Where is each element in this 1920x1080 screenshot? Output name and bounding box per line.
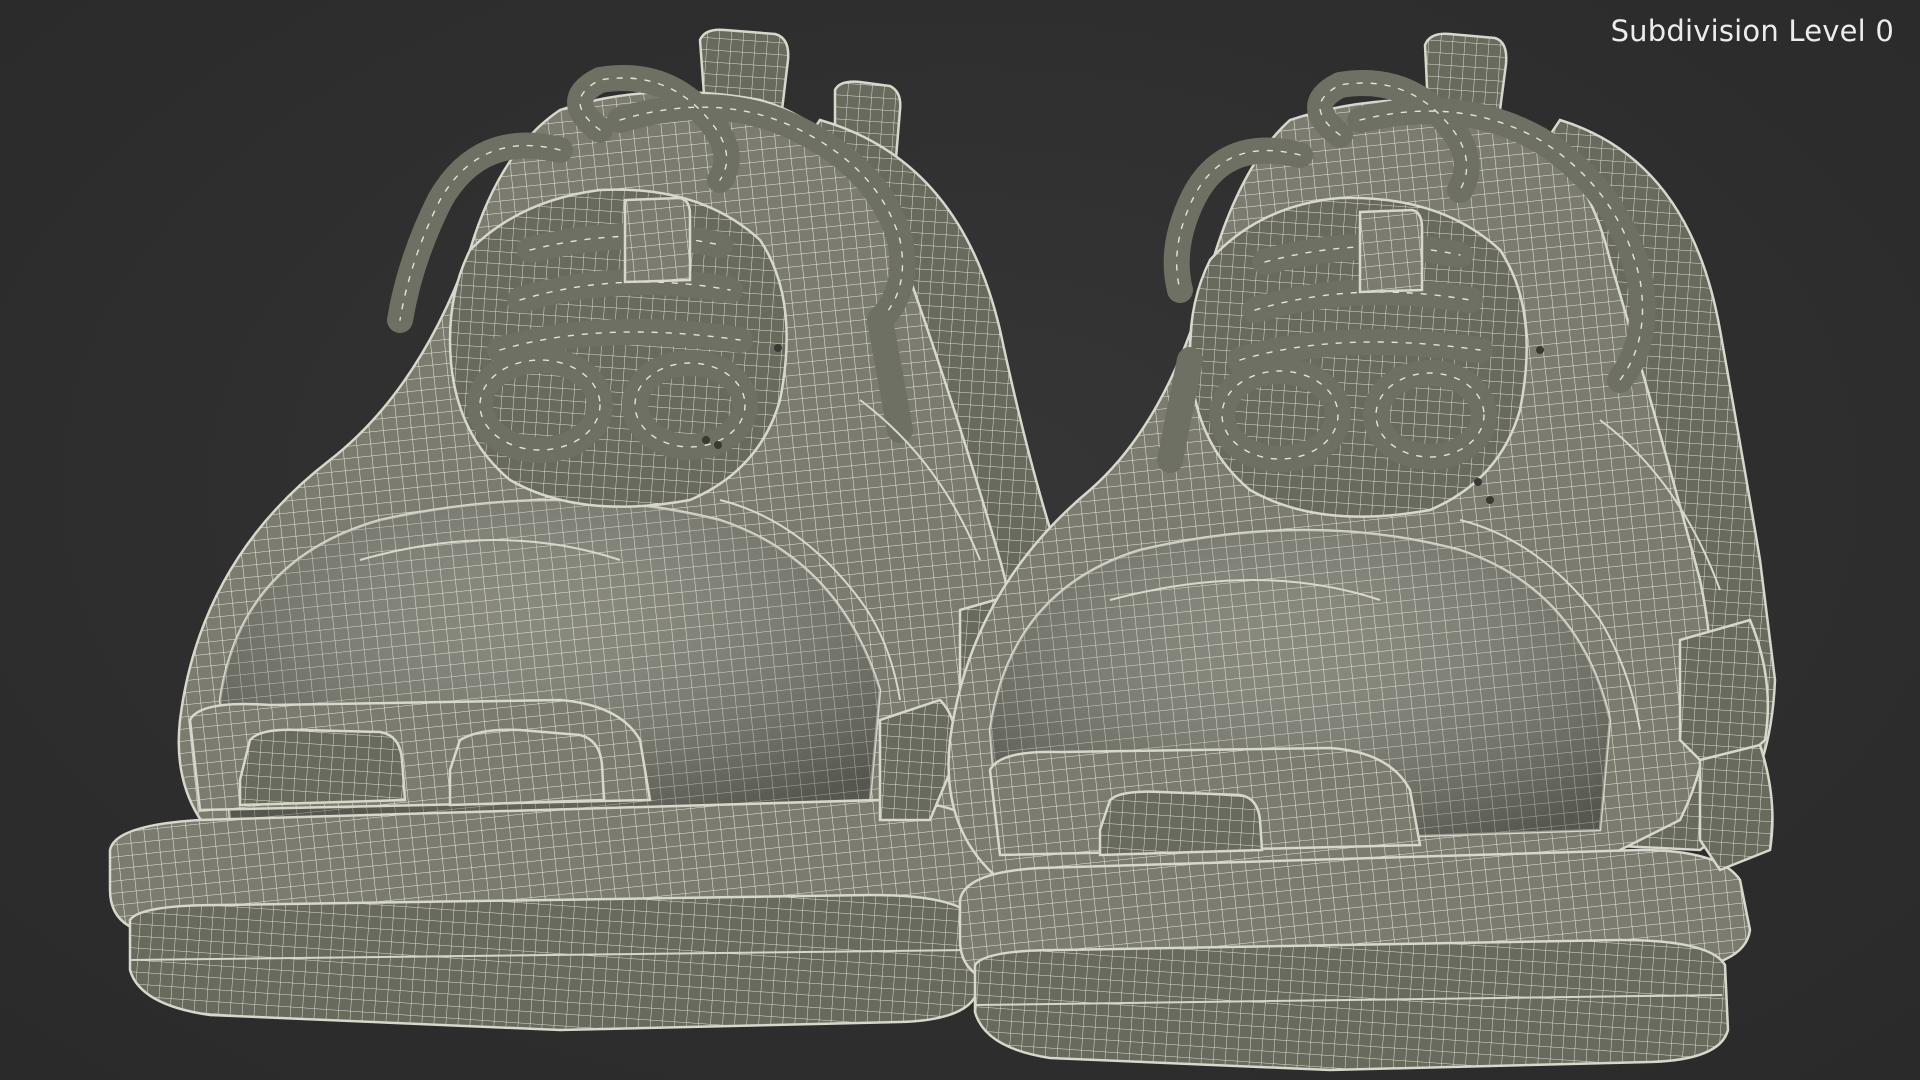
left-eyelet-hole-2	[702, 436, 710, 444]
left-sneaker-model[interactable]	[108, 28, 1077, 1032]
right-eyelet-hole-2	[1474, 478, 1482, 486]
right-sole-fin-2	[1698, 743, 1774, 872]
left-eyelet-hole-1	[774, 344, 782, 352]
right-outsole	[973, 938, 1730, 1072]
left-eyelet-hole-3	[714, 441, 722, 449]
left-tongue-logo-tab	[623, 196, 692, 284]
right-eyelet-hole-3	[1486, 496, 1494, 504]
right-bumper-block-1	[1098, 790, 1264, 857]
render-canvas	[108, 28, 1777, 1072]
right-eyelet-hole-1	[1536, 346, 1544, 354]
left-outsole	[128, 893, 980, 1032]
3d-viewport[interactable]: Subdivision Level 0	[0, 0, 1920, 1080]
right-sneaker-model[interactable]	[947, 32, 1777, 1072]
left-bumper-block-2	[448, 728, 606, 807]
right-tongue-logo-tab	[1358, 208, 1424, 294]
left-bumper-block-1	[238, 728, 407, 807]
